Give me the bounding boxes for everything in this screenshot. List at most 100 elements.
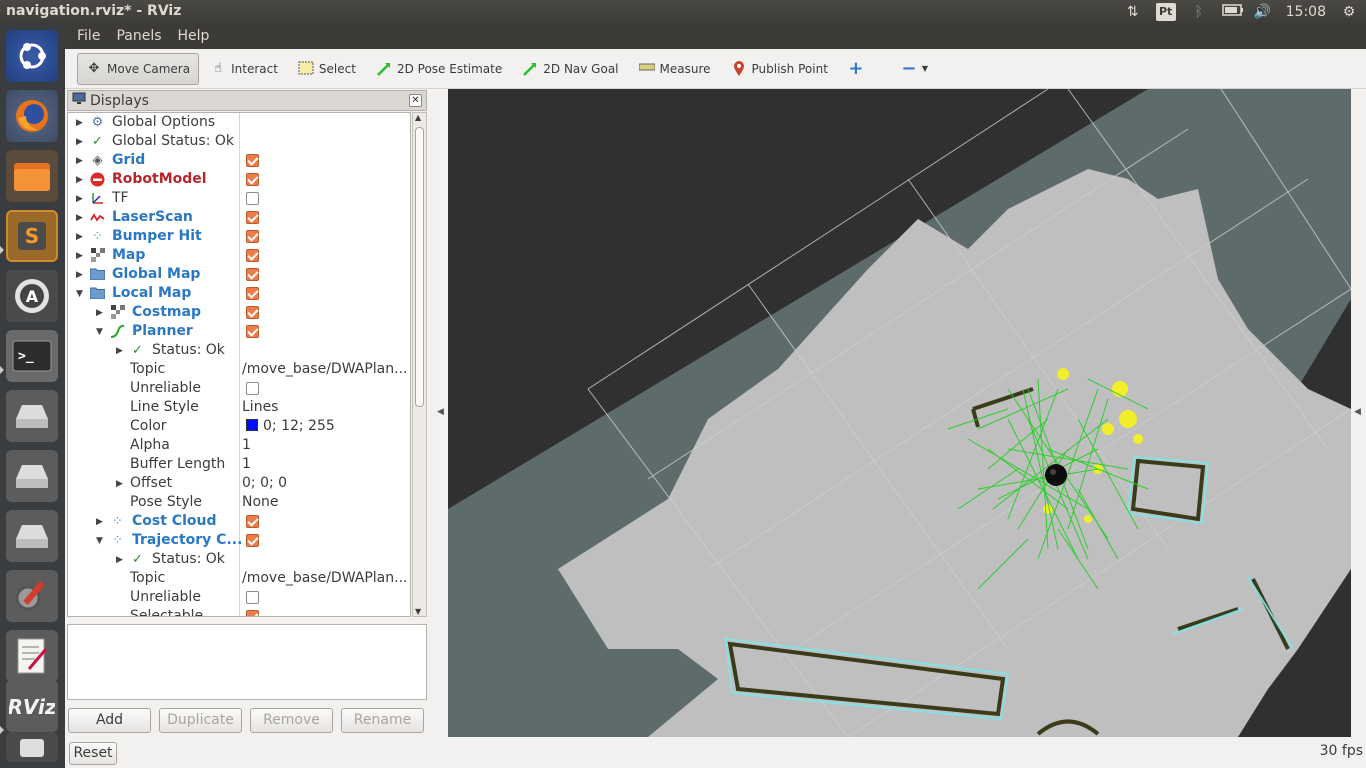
terminal-icon[interactable]: >_ bbox=[6, 330, 58, 382]
tree-item-laserscan[interactable]: ▶ LaserScan bbox=[68, 208, 410, 227]
expand-arrow-icon[interactable]: ▶ bbox=[76, 232, 86, 242]
collapse-arrow-icon[interactable]: ▼ bbox=[96, 327, 106, 337]
battery-icon[interactable] bbox=[1221, 3, 1243, 21]
select-tool[interactable]: Select bbox=[289, 53, 365, 85]
property-value[interactable]: 0; 0; 0 bbox=[242, 474, 287, 493]
expand-arrow-icon[interactable]: ▶ bbox=[96, 517, 106, 527]
enable-checkbox[interactable] bbox=[246, 325, 259, 338]
bluetooth-icon[interactable]: ᛒ bbox=[1190, 3, 1208, 21]
property-value[interactable]: 1 bbox=[242, 455, 251, 474]
keyboard-layout-indicator[interactable]: Pt bbox=[1155, 3, 1176, 21]
rviz-icon[interactable]: RViz bbox=[6, 680, 58, 732]
property-value[interactable]: None bbox=[242, 493, 279, 512]
property-unreliable[interactable]: Unreliable bbox=[68, 379, 410, 398]
menu-help[interactable]: Help bbox=[178, 24, 218, 49]
gear-icon[interactable]: ⚙ bbox=[1340, 3, 1358, 21]
property-value[interactable]: /move_base/DWAPlan... bbox=[242, 569, 407, 588]
left-splitter[interactable]: ◀ bbox=[428, 89, 448, 737]
drive-icon[interactable] bbox=[6, 390, 58, 442]
property-topic[interactable]: Topic /move_base/DWAPlan... bbox=[68, 360, 410, 379]
collapse-arrow-icon[interactable]: ▼ bbox=[96, 536, 106, 546]
right-splitter[interactable]: ◀ bbox=[1351, 89, 1366, 737]
nav-goal-tool[interactable]: 2D Nav Goal bbox=[513, 53, 627, 85]
expand-arrow-icon[interactable]: ▶ bbox=[116, 346, 126, 356]
files-icon[interactable] bbox=[6, 150, 58, 202]
collapse-right-icon[interactable]: ◀ bbox=[1354, 407, 1361, 417]
expand-arrow-icon[interactable]: ▶ bbox=[76, 213, 86, 223]
property-buffer-length[interactable]: Buffer Length 1 bbox=[68, 455, 410, 474]
enable-checkbox[interactable] bbox=[246, 306, 259, 319]
clock[interactable]: 15:08 bbox=[1286, 4, 1326, 20]
property-alpha[interactable]: Alpha 1 bbox=[68, 436, 410, 455]
tree-scrollbar[interactable]: ▲ ▼ bbox=[412, 112, 427, 617]
tree-item-planner-status[interactable]: ▶ ✓ Status: Ok bbox=[68, 341, 410, 360]
property-pose-style[interactable]: Pose Style None bbox=[68, 493, 410, 512]
property-color[interactable]: Color 0; 12; 255 bbox=[68, 417, 410, 436]
tree-item-global-options[interactable]: ▶ ⚙ Global Options bbox=[68, 113, 410, 132]
enable-checkbox[interactable] bbox=[246, 230, 259, 243]
network-icon[interactable]: ⇅ bbox=[1124, 3, 1142, 21]
menu-file[interactable]: File bbox=[77, 24, 108, 49]
property-line-style[interactable]: Line Style Lines bbox=[68, 398, 410, 417]
enable-checkbox[interactable] bbox=[246, 173, 259, 186]
rename-button[interactable]: Rename bbox=[341, 708, 424, 733]
sublime-text-icon[interactable]: S bbox=[6, 210, 58, 262]
tree-item-local-map[interactable]: ▼ Local Map bbox=[68, 284, 410, 303]
enable-checkbox[interactable] bbox=[246, 249, 259, 262]
tree-item-grid[interactable]: ▶ ◈ Grid bbox=[68, 151, 410, 170]
property-value[interactable]: 0; 12; 255 bbox=[246, 417, 335, 436]
interact-tool[interactable]: ☝ Interact bbox=[201, 53, 287, 85]
trash-icon[interactable] bbox=[6, 732, 58, 762]
enable-checkbox[interactable] bbox=[246, 534, 259, 547]
property-topic[interactable]: Topic /move_base/DWAPlan... bbox=[68, 569, 410, 588]
system-settings-icon[interactable] bbox=[6, 570, 58, 622]
volume-icon[interactable]: 🔊 bbox=[1254, 3, 1272, 21]
property-offset[interactable]: ▶ Offset 0; 0; 0 bbox=[68, 474, 410, 493]
move-camera-tool[interactable]: ✥ Move Camera bbox=[77, 52, 200, 85]
scroll-up-icon[interactable]: ▲ bbox=[415, 113, 421, 122]
expand-arrow-icon[interactable]: ▶ bbox=[116, 555, 126, 565]
close-icon[interactable]: ✕ bbox=[409, 94, 422, 107]
scroll-down-icon[interactable]: ▼ bbox=[415, 607, 421, 616]
tree-item-planner[interactable]: ▼ Planner bbox=[68, 322, 410, 341]
drive-icon-2[interactable] bbox=[6, 450, 58, 502]
software-updater-icon[interactable]: A bbox=[6, 270, 58, 322]
expand-arrow-icon[interactable]: ▶ bbox=[116, 479, 126, 489]
tree-item-cost-cloud[interactable]: ▶ ⁘ Cost Cloud bbox=[68, 512, 410, 531]
expand-arrow-icon[interactable]: ▶ bbox=[96, 308, 106, 318]
firefox-icon[interactable] bbox=[6, 90, 58, 142]
property-value[interactable]: Lines bbox=[242, 398, 278, 417]
collapse-arrow-icon[interactable]: ▼ bbox=[76, 289, 86, 299]
tree-item-trajectory-cloud[interactable]: ▼ ⁘ Trajectory C... bbox=[68, 531, 410, 550]
remove-button[interactable]: Remove bbox=[250, 708, 333, 733]
expand-arrow-icon[interactable]: ▶ bbox=[76, 251, 86, 261]
expand-arrow-icon[interactable]: ▶ bbox=[76, 270, 86, 280]
tree-item-robotmodel[interactable]: ▶ RobotModel bbox=[68, 170, 410, 189]
collapse-left-icon[interactable]: ◀ bbox=[437, 407, 444, 417]
enable-checkbox[interactable] bbox=[246, 211, 259, 224]
remove-tool-button[interactable]: − ▼ bbox=[892, 53, 937, 85]
enable-checkbox[interactable] bbox=[246, 268, 259, 281]
tree-item-global-status[interactable]: ▶ ✓ Global Status: Ok bbox=[68, 132, 410, 151]
scrollbar-thumb[interactable] bbox=[415, 127, 424, 407]
unreliable-checkbox[interactable] bbox=[246, 591, 259, 604]
property-unreliable[interactable]: Unreliable bbox=[68, 588, 410, 607]
drive-icon-3[interactable] bbox=[6, 510, 58, 562]
enable-checkbox[interactable] bbox=[246, 287, 259, 300]
tree-item-map[interactable]: ▶ Map bbox=[68, 246, 410, 265]
tree-item-bumper-hit[interactable]: ▶ ⁘ Bumper Hit bbox=[68, 227, 410, 246]
duplicate-button[interactable]: Duplicate bbox=[159, 708, 242, 733]
add-button[interactable]: Add bbox=[68, 708, 151, 733]
enable-checkbox[interactable] bbox=[246, 192, 259, 205]
selectable-checkbox[interactable] bbox=[246, 610, 259, 616]
expand-arrow-icon[interactable]: ▶ bbox=[76, 175, 86, 185]
expand-arrow-icon[interactable]: ▶ bbox=[76, 137, 86, 147]
text-editor-icon[interactable] bbox=[6, 630, 58, 682]
property-selectable[interactable]: Selectable bbox=[68, 607, 410, 616]
expand-arrow-icon[interactable]: ▶ bbox=[76, 118, 86, 128]
property-value[interactable]: 1 bbox=[242, 436, 251, 455]
enable-checkbox[interactable] bbox=[246, 515, 259, 528]
enable-checkbox[interactable] bbox=[246, 154, 259, 167]
pose-estimate-tool[interactable]: 2D Pose Estimate bbox=[367, 53, 511, 85]
reset-button[interactable]: Reset bbox=[69, 742, 117, 765]
